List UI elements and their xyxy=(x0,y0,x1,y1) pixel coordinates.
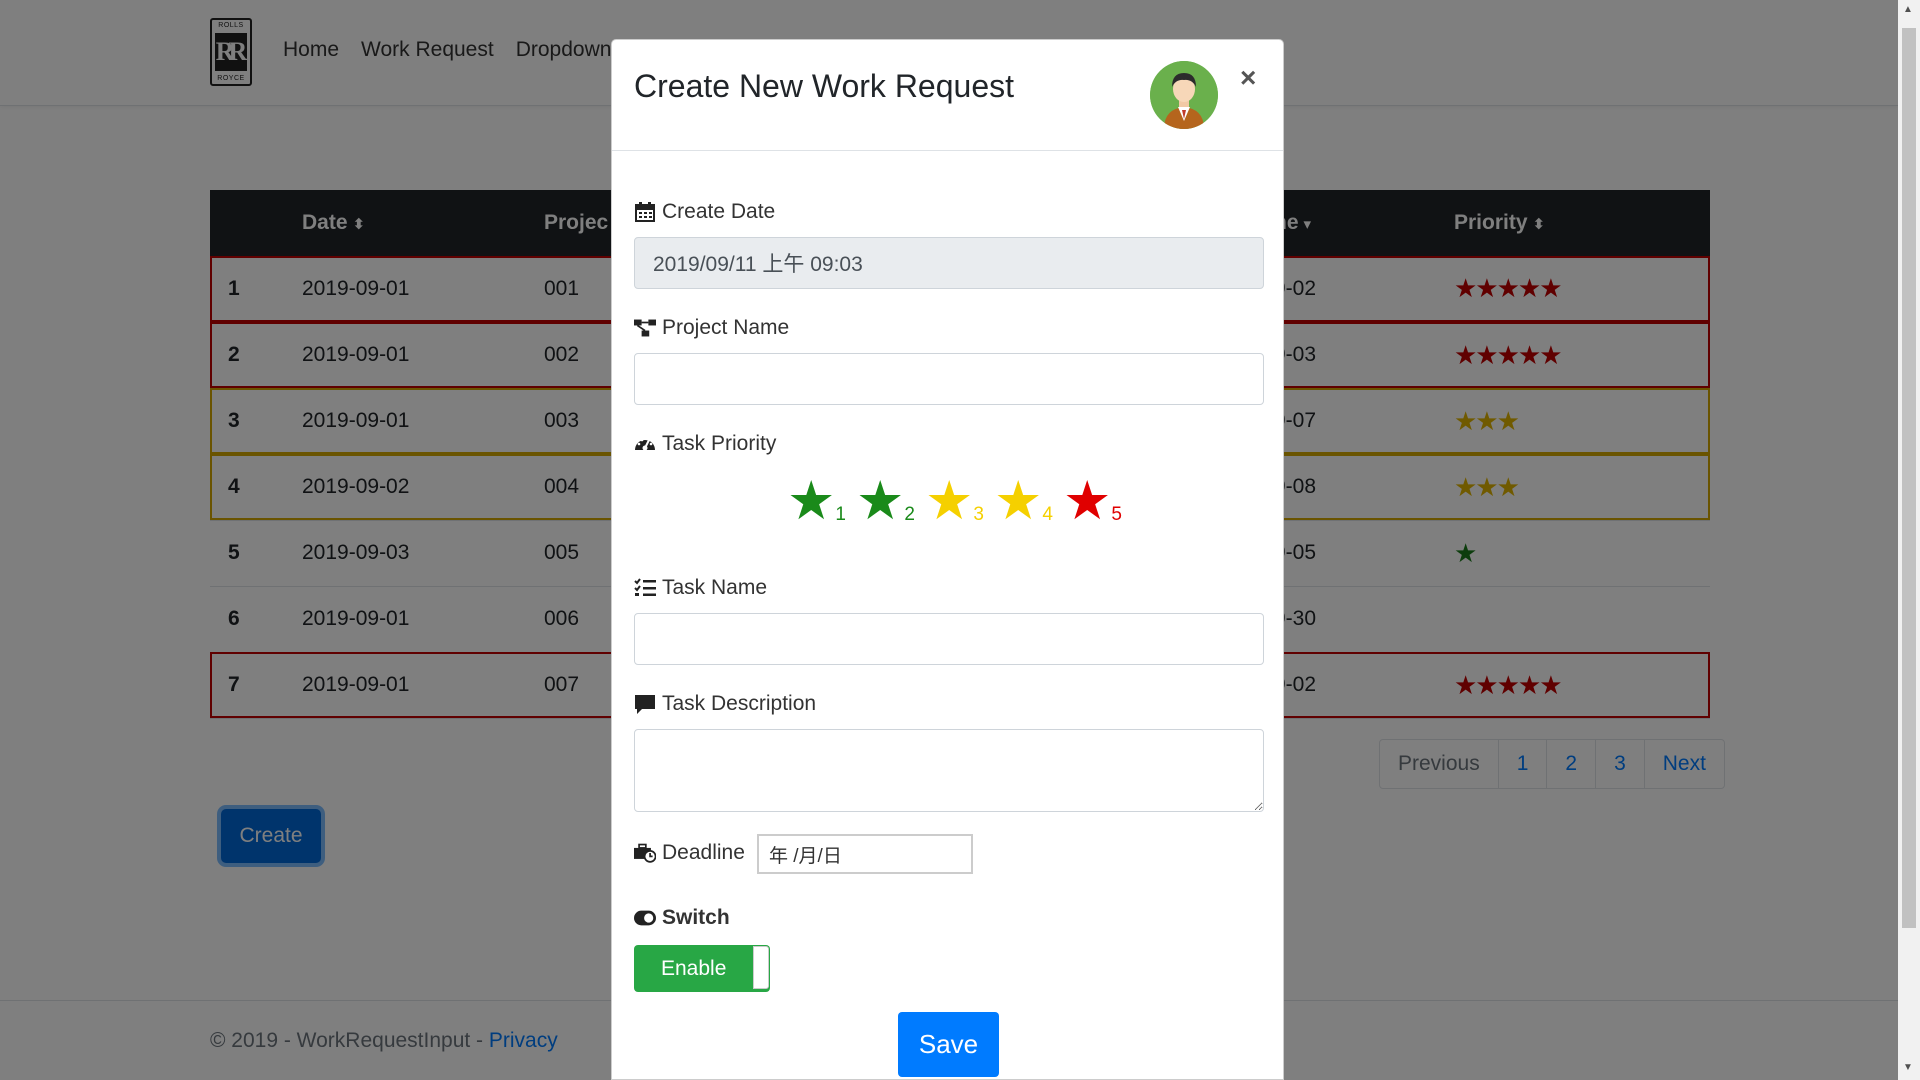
create-work-request-modal: Create New Work Request × Create Date 20… xyxy=(611,39,1284,1080)
scroll-up-arrow-icon[interactable]: ▲ xyxy=(1903,4,1913,15)
save-button[interactable]: Save xyxy=(898,1012,999,1077)
task-name-label: Task Name xyxy=(634,576,767,600)
star-icon[interactable]: ★ xyxy=(1063,474,1111,528)
star-icon[interactable]: ★ xyxy=(856,474,904,528)
priority-number: 4 xyxy=(1042,504,1053,525)
modal-header: Create New Work Request × xyxy=(612,40,1283,151)
priority-option-2[interactable]: ★ 2 xyxy=(856,474,919,528)
project-name-label: Project Name xyxy=(634,316,789,340)
scrollbar-thumb[interactable] xyxy=(1902,28,1916,928)
deadline-label: Deadline xyxy=(634,841,745,865)
deadline-date-input[interactable]: 年 /月/日 xyxy=(757,834,973,874)
task-priority-label: Task Priority xyxy=(634,432,776,456)
task-name-input[interactable] xyxy=(634,613,1264,665)
star-icon[interactable]: ★ xyxy=(787,474,835,528)
priority-star-rating: ★ 1 ★ 2 ★ 3 ★ 4 ★ 5 xyxy=(787,474,1126,528)
task-description-textarea[interactable] xyxy=(634,729,1264,812)
star-icon[interactable]: ★ xyxy=(925,474,973,528)
tachometer-icon xyxy=(634,433,656,455)
scrollbar[interactable]: ▲ ▼ xyxy=(1898,0,1920,1080)
priority-option-4[interactable]: ★ 4 xyxy=(994,474,1057,528)
priority-option-3[interactable]: ★ 3 xyxy=(925,474,988,528)
priority-number: 3 xyxy=(973,504,984,525)
scroll-down-arrow-icon[interactable]: ▼ xyxy=(1903,1062,1913,1073)
create-date-label: Create Date xyxy=(634,200,775,224)
toggle-knob xyxy=(753,946,769,989)
project-diagram-icon xyxy=(634,317,656,339)
calendar-icon xyxy=(634,201,656,223)
task-description-label: Task Description xyxy=(634,692,816,716)
toggle-on-icon xyxy=(634,907,656,929)
switch-label: Switch xyxy=(634,906,730,930)
project-name-input[interactable] xyxy=(634,353,1264,405)
priority-number: 5 xyxy=(1111,504,1122,525)
user-avatar xyxy=(1150,61,1218,129)
priority-number: 2 xyxy=(904,504,915,525)
comment-icon xyxy=(634,693,656,715)
create-date-field: 2019/09/11 上午 09:03 xyxy=(634,237,1264,289)
modal-title: Create New Work Request xyxy=(634,68,1014,104)
enable-toggle[interactable]: Enable xyxy=(634,945,770,992)
priority-option-1[interactable]: ★ 1 xyxy=(787,474,850,528)
star-icon[interactable]: ★ xyxy=(994,474,1042,528)
business-time-icon xyxy=(634,842,656,864)
close-icon[interactable]: × xyxy=(1240,62,1256,94)
priority-option-5[interactable]: ★ 5 xyxy=(1063,474,1126,528)
priority-number: 1 xyxy=(835,504,846,525)
task-list-icon xyxy=(634,577,656,599)
toggle-label: Enable xyxy=(661,956,727,980)
